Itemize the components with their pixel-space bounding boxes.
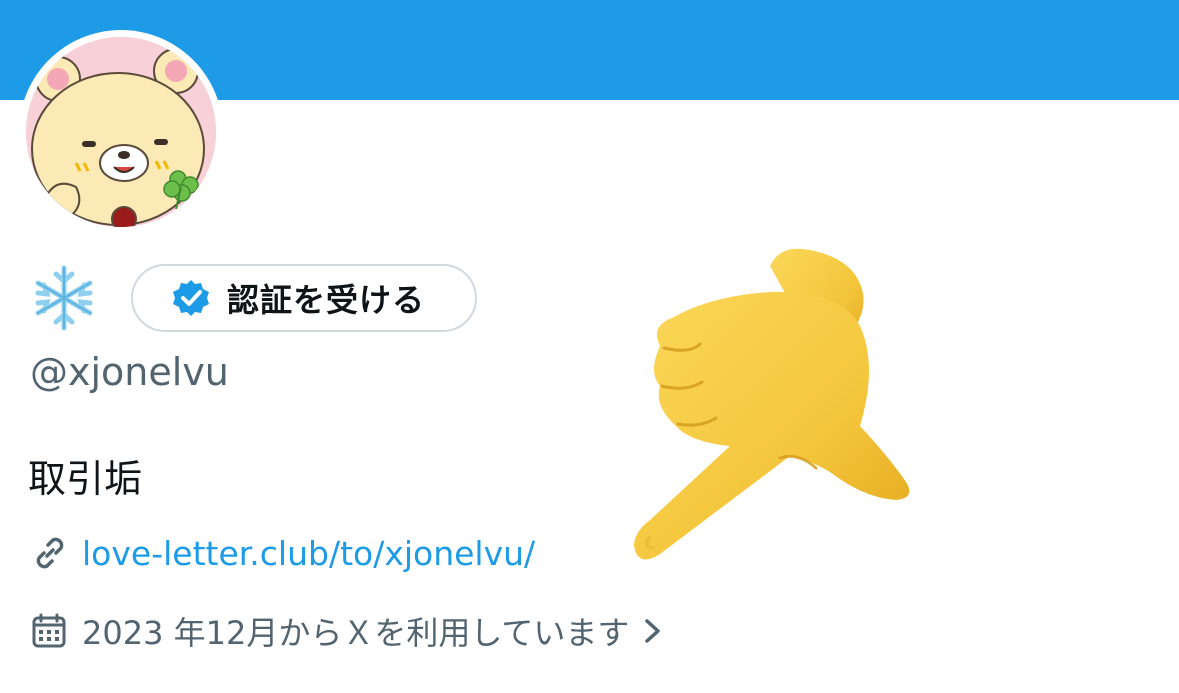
get-verified-button[interactable]: 認証を受ける (131, 264, 477, 332)
get-verified-label: 認証を受ける (227, 281, 426, 319)
verified-badge-icon (173, 280, 209, 316)
profile-website-row: love-letter.club/to/xjonelvu/ (30, 530, 535, 576)
profile-joined-date: 2023 年12月からＸを利用しています (82, 614, 630, 652)
chevron-right-icon (645, 619, 661, 643)
bear-avatar-image (26, 37, 216, 227)
link-icon (36, 537, 64, 569)
profile-handle: @xjonelvu (30, 350, 229, 394)
snowflake-icon (35, 265, 93, 331)
calendar-icon (32, 613, 66, 648)
profile-joined-row[interactable]: 2023 年12月からＸを利用しています (30, 608, 667, 654)
profile-website-link[interactable]: love-letter.club/to/xjonelvu/ (82, 534, 535, 573)
profile-page: 認証を受ける @xjonelvu 取引垢 love-letter.club/to… (0, 0, 1179, 693)
pointing-hand-icon (634, 248, 910, 560)
profile-bio: 取引垢 (28, 457, 143, 501)
avatar[interactable] (19, 30, 223, 234)
